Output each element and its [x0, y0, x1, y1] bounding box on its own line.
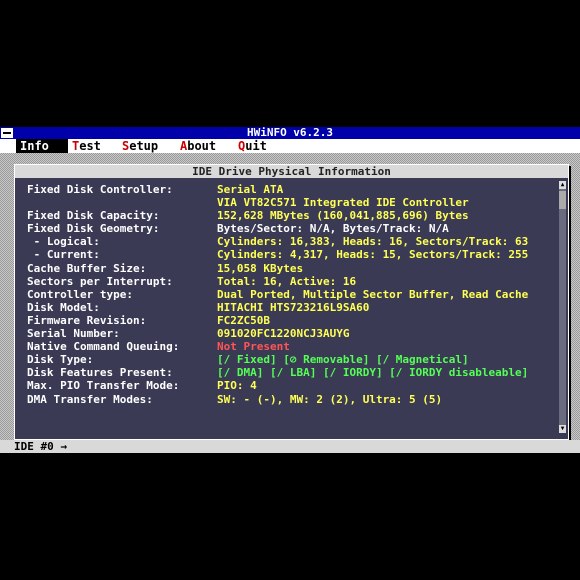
row-disk-type: Disk Type: [/ Fixed] [⊘ Removable] [/ Ma…	[27, 353, 555, 366]
value-disk-type: [/ Fixed] [⊘ Removable] [/ Magnetical]	[217, 353, 469, 367]
value-pio: PIO: 4	[217, 379, 257, 393]
row-sectors-interrupt: Sectors per Interrupt: Total: 16, Active…	[27, 275, 555, 288]
dos-screen: HWiNFO v6.2.3 Info Test Setup About Quit…	[0, 127, 580, 453]
value-controller-type: Dual Ported, Multiple Sector Buffer, Rea…	[217, 287, 529, 301]
label-firmware: Firmware Revision:	[27, 313, 147, 327]
menu-setup[interactable]: Setup	[118, 139, 162, 153]
scroll-down-arrow-icon[interactable]: ▼	[559, 425, 566, 433]
system-menu-icon[interactable]	[1, 128, 13, 138]
menu-quit[interactable]: Quit	[234, 139, 271, 153]
label-controller: Fixed Disk Controller:	[27, 183, 173, 196]
label-current: - Current:	[27, 248, 100, 262]
menu-test[interactable]: Test	[68, 139, 105, 153]
label-ncq: Native Command Queuing:	[27, 340, 180, 354]
label-dma: DMA Transfer Modes:	[27, 392, 153, 406]
row-capacity: Fixed Disk Capacity: 152,628 MBytes (160…	[27, 209, 555, 222]
status-bar: IDE #0 →	[0, 440, 580, 453]
label-pio: Max. PIO Transfer Mode:	[27, 379, 180, 393]
menu-about[interactable]: About	[176, 139, 220, 153]
row-pio: Max. PIO Transfer Mode: PIO: 4	[27, 379, 555, 392]
label-capacity: Fixed Disk Capacity:	[27, 209, 160, 223]
vertical-scrollbar[interactable]: ▲ ▼	[559, 181, 566, 433]
row-firmware: Firmware Revision: FC2ZC50B	[27, 314, 555, 327]
value-geometry: Bytes/Sector: N/A, Bytes/Track: N/A	[217, 222, 449, 236]
value-model: HITACHI HTS723216L9SA60	[217, 300, 370, 314]
row-features: Disk Features Present: [/ DMA] [/ LBA] […	[27, 366, 555, 379]
row-controller-type: Controller type: Dual Ported, Multiple S…	[27, 288, 555, 301]
value-controller-name: VIA VT82C571 Integrated IDE Controller	[217, 196, 469, 210]
value-controller: Serial ATA	[217, 183, 284, 196]
row-model: Disk Model: HITACHI HTS723216L9SA60	[27, 301, 555, 314]
value-cache: 15,058 KBytes	[217, 261, 304, 275]
row-serial: Serial Number: 091020FC1220NCJ3AUYG	[27, 327, 555, 340]
row-controller: Fixed Disk Controller: Serial ATA	[27, 183, 555, 196]
label-logical: - Logical:	[27, 235, 100, 249]
value-firmware: FC2ZC50B	[217, 313, 270, 327]
menu-info[interactable]: Info	[16, 139, 68, 153]
row-dma: DMA Transfer Modes: SW: - (-), MW: 2 (2)…	[27, 393, 555, 406]
value-capacity: 152,628 MBytes (160,041,885,696) Bytes	[217, 209, 469, 223]
row-ncq: Native Command Queuing: Not Present	[27, 340, 555, 353]
label-features: Disk Features Present:	[27, 366, 173, 380]
value-ncq: Not Present	[217, 340, 290, 354]
row-controller-name: VIA VT82C571 Integrated IDE Controller	[27, 196, 555, 209]
row-logical: - Logical: Cylinders: 16,383, Heads: 16,…	[27, 235, 555, 248]
label-geometry: Fixed Disk Geometry:	[27, 222, 160, 236]
label-model: Disk Model:	[27, 300, 100, 314]
label-sectors-interrupt: Sectors per Interrupt:	[27, 274, 173, 288]
label-cache: Cache Buffer Size:	[27, 261, 147, 275]
value-features: [/ DMA] [/ LBA] [/ IORDY] [/ IORDY disab…	[217, 366, 529, 380]
dialog-title: IDE Drive Physical Information	[15, 165, 568, 178]
row-geometry: Fixed Disk Geometry: Bytes/Sector: N/A, …	[27, 222, 555, 235]
app-title: HWiNFO v6.2.3	[246, 126, 334, 139]
row-cache: Cache Buffer Size: 15,058 KBytes	[27, 262, 555, 275]
value-logical: Cylinders: 16,383, Heads: 16, Sectors/Tr…	[217, 235, 529, 249]
app-title-bar: HWiNFO v6.2.3	[0, 127, 580, 139]
scroll-thumb[interactable]	[559, 191, 566, 209]
label-controller-type: Controller type:	[27, 287, 133, 301]
ide-info-dialog: IDE Drive Physical Information ▲ ▼ Fixed…	[14, 164, 569, 440]
status-text: IDE #0 →	[14, 440, 67, 453]
menu-bar: Info Test Setup About Quit	[0, 139, 580, 153]
scroll-up-arrow-icon[interactable]: ▲	[559, 181, 566, 189]
label-disk-type: Disk Type:	[27, 353, 94, 367]
label-serial: Serial Number:	[27, 327, 120, 341]
value-serial: 091020FC1220NCJ3AUYG	[217, 327, 350, 341]
value-sectors-interrupt: Total: 16, Active: 16	[217, 274, 357, 288]
row-current: - Current: Cylinders: 4,317, Heads: 15, …	[27, 248, 555, 261]
value-dma: SW: - (-), MW: 2 (2), Ultra: 5 (5)	[217, 392, 443, 406]
info-rows: Fixed Disk Controller: Serial ATA VIA VT…	[27, 183, 555, 406]
value-current: Cylinders: 4,317, Heads: 15, Sectors/Tra…	[217, 248, 529, 262]
